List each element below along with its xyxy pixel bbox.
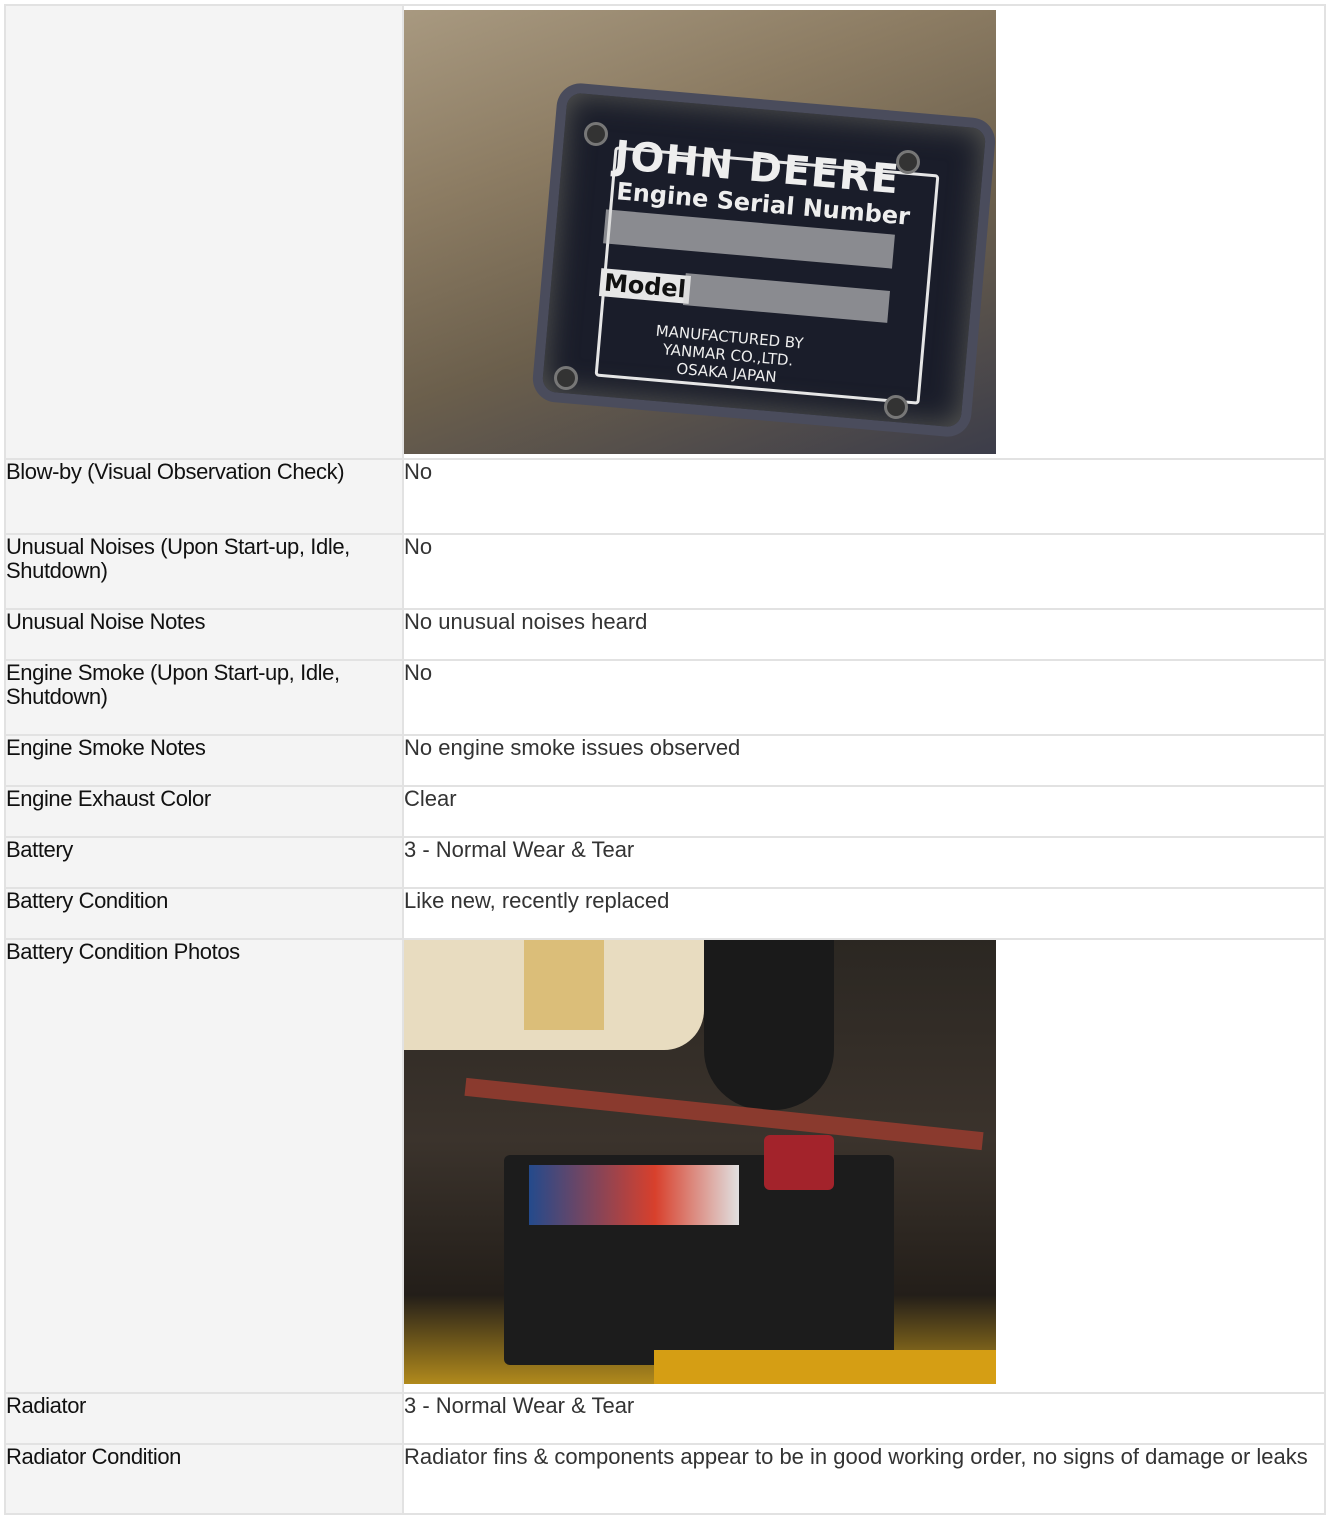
table-row: Battery Condition Photos (4, 938, 1326, 1394)
row-label: Battery Condition Photos (4, 938, 404, 1394)
row-label: Unusual Noises (Upon Start-up, Idle, Shu… (4, 533, 404, 610)
row-label: Battery Condition (4, 887, 404, 940)
table-row: JOHN DEERE Engine Serial Number Model MA… (4, 4, 1326, 460)
row-value: No (402, 533, 1326, 610)
row-label (4, 4, 404, 460)
row-value: No (402, 458, 1326, 535)
table-row: Unusual Noises (Upon Start-up, Idle, Shu… (4, 533, 1326, 610)
row-value: Clear (402, 785, 1326, 838)
row-value: Like new, recently replaced (402, 887, 1326, 940)
table-row: Engine Smoke (Upon Start-up, Idle, Shutd… (4, 659, 1326, 736)
row-value: Radiator fins & components appear to be … (402, 1443, 1326, 1515)
table-row: Engine Smoke Notes No engine smoke issue… (4, 734, 1326, 787)
table-row: Engine Exhaust Color Clear (4, 785, 1326, 838)
battery-photo[interactable] (404, 940, 996, 1384)
row-label: Engine Smoke Notes (4, 734, 404, 787)
table-row: Battery 3 - Normal Wear & Tear (4, 836, 1326, 889)
row-label: Radiator (4, 1392, 404, 1445)
table-row: Battery Condition Like new, recently rep… (4, 887, 1326, 940)
photo-cell (402, 938, 1326, 1394)
engine-data-plate-photo[interactable]: JOHN DEERE Engine Serial Number Model MA… (404, 10, 996, 454)
row-value: 3 - Normal Wear & Tear (402, 1392, 1326, 1445)
row-value: No (402, 659, 1326, 736)
table-row: Blow-by (Visual Observation Check) No (4, 458, 1326, 535)
row-value: No unusual noises heard (402, 608, 1326, 661)
row-value: 3 - Normal Wear & Tear (402, 836, 1326, 889)
row-label: Engine Exhaust Color (4, 785, 404, 838)
table-row: Unusual Noise Notes No unusual noises he… (4, 608, 1326, 661)
table-row: Radiator Condition Radiator fins & compo… (4, 1443, 1326, 1515)
row-label: Unusual Noise Notes (4, 608, 404, 661)
table-row: Radiator 3 - Normal Wear & Tear (4, 1392, 1326, 1445)
row-label: Battery (4, 836, 404, 889)
photo-cell: JOHN DEERE Engine Serial Number Model MA… (402, 4, 1326, 460)
row-label: Blow-by (Visual Observation Check) (4, 458, 404, 535)
row-label: Radiator Condition (4, 1443, 404, 1515)
row-label: Engine Smoke (Upon Start-up, Idle, Shutd… (4, 659, 404, 736)
row-value: No engine smoke issues observed (402, 734, 1326, 787)
inspection-table: JOHN DEERE Engine Serial Number Model MA… (4, 4, 1326, 1515)
